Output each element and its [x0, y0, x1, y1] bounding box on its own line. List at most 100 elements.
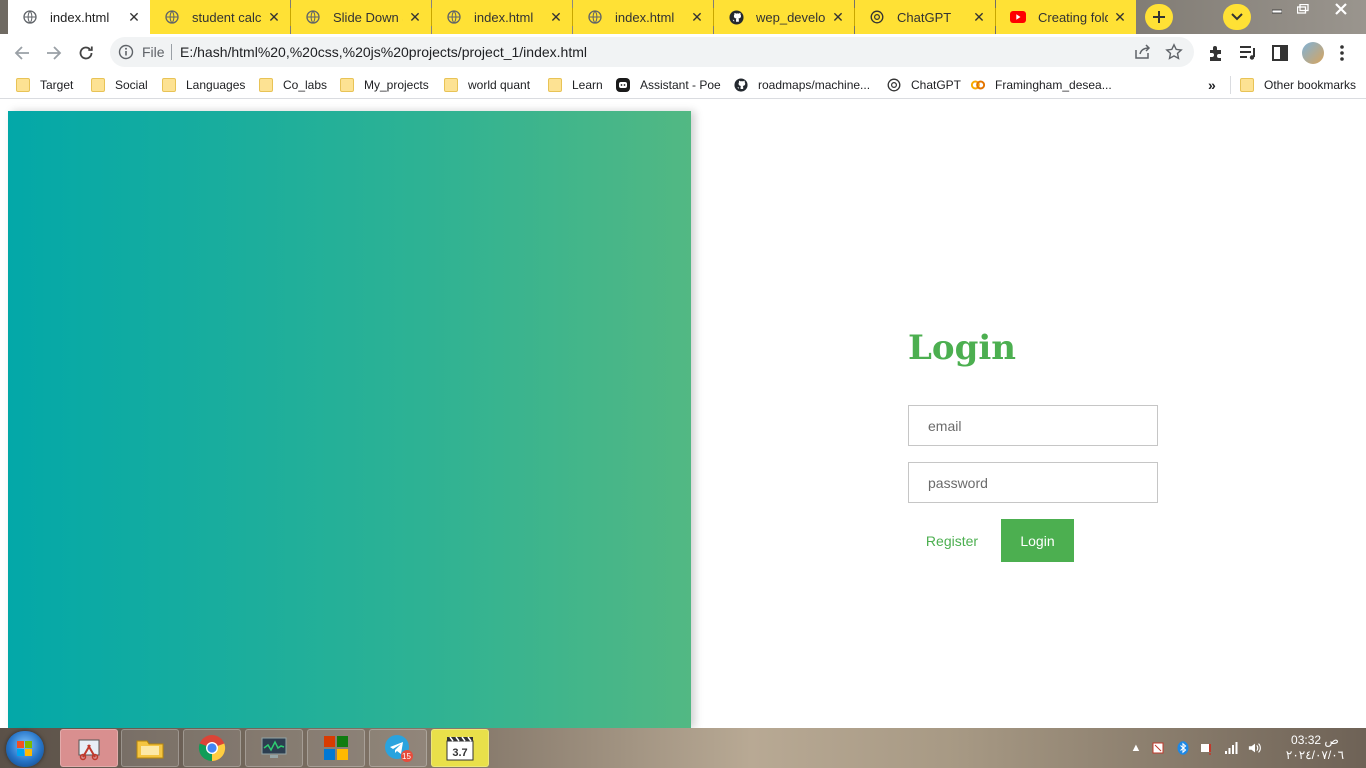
bookmark-roadmaps[interactable]: roadmaps/machine... [734, 76, 870, 94]
extensions-icon[interactable] [1206, 43, 1226, 63]
register-button[interactable]: Register [908, 519, 996, 562]
tab-search-button[interactable] [1223, 4, 1251, 30]
menu-kebab-icon[interactable] [1332, 43, 1352, 63]
clock-date: ٢٠٢٤/٠٧/٠٦ [1285, 748, 1345, 762]
password-field[interactable] [908, 462, 1158, 503]
forward-button[interactable] [41, 40, 67, 66]
tab-student-calc[interactable]: student calcul ✕ [150, 0, 290, 34]
tab-chatgpt[interactable]: ChatGPT ✕ [855, 0, 995, 34]
show-hidden-icons-arrow[interactable]: ▲ [1129, 741, 1143, 755]
other-bookmarks[interactable]: Other bookmarks [1240, 76, 1356, 94]
tab-github[interactable]: wep_developm ✕ [714, 0, 854, 34]
close-icon[interactable]: ✕ [689, 9, 705, 25]
bookmark-label: roadmaps/machine... [758, 78, 871, 92]
taskbar-snipping-tool[interactable] [60, 729, 118, 767]
close-icon[interactable]: ✕ [266, 9, 282, 25]
new-tab-button[interactable] [1145, 4, 1173, 30]
bookmark-my-projects[interactable]: My_projects [340, 76, 429, 94]
browser-toolbar: File E:/hash/html%20,%20css,%20js%20proj… [0, 34, 1366, 71]
telegram-badge: 15 [402, 752, 411, 761]
bookmark-label: Other bookmarks [1264, 78, 1357, 92]
bookmark-star-icon[interactable] [1165, 43, 1183, 61]
share-icon[interactable] [1134, 44, 1152, 60]
tab-index-html-active[interactable]: index.html ✕ [8, 0, 150, 34]
restore-button[interactable] [1288, 0, 1318, 18]
bookmark-languages[interactable]: Languages [162, 76, 245, 94]
bookmark-target[interactable]: Target [16, 76, 73, 94]
youtube-icon [1010, 9, 1026, 25]
page-left-margin [0, 100, 8, 728]
folder-icon [548, 78, 562, 92]
taskbar-clock[interactable]: 03:32 ص ٢٠٢٤/٠٧/٠٦ [1280, 733, 1350, 763]
tab-title: index.html [615, 9, 675, 25]
tab-title: wep_developm [756, 9, 826, 25]
bookmark-chatgpt[interactable]: ChatGPT [887, 76, 961, 94]
chatgpt-icon [887, 78, 901, 92]
arrow-left-icon [14, 46, 29, 60]
chevron-down-icon [1231, 13, 1243, 21]
back-button[interactable] [9, 40, 35, 66]
signal-icon[interactable] [1224, 741, 1238, 755]
url-text[interactable]: E:/hash/html%20,%20css,%20js%20projects/… [180, 44, 587, 60]
reload-button[interactable] [73, 40, 99, 66]
bookmark-label: My_projects [364, 78, 429, 92]
media-controls-icon[interactable] [1238, 43, 1258, 63]
close-icon[interactable]: ✕ [830, 9, 846, 25]
github-icon [734, 78, 748, 92]
close-icon[interactable]: ✕ [126, 9, 142, 25]
tab-slide-down[interactable]: Slide Down a ✕ [291, 0, 431, 34]
network-alert-icon[interactable] [1200, 741, 1214, 755]
globe-icon [587, 9, 603, 25]
volume-icon[interactable] [1248, 741, 1262, 755]
bookmark-label: Languages [186, 78, 246, 92]
side-panel-icon[interactable] [1270, 43, 1290, 63]
tray-app-icon[interactable] [1151, 741, 1165, 755]
tab-title: Slide Down a [333, 9, 403, 25]
close-icon[interactable]: ✕ [1112, 9, 1128, 25]
tab-index-html-3[interactable]: index.html ✕ [573, 0, 713, 34]
profile-avatar[interactable] [1302, 42, 1324, 64]
close-icon[interactable]: ✕ [971, 9, 987, 25]
bookmark-learn[interactable]: Learn [548, 76, 603, 94]
tab-youtube[interactable]: Creating folde ✕ [996, 0, 1136, 34]
bookmark-label: Target [40, 78, 74, 92]
bookmark-label: Social [115, 78, 148, 92]
taskbar-file-explorer[interactable] [121, 729, 179, 767]
bluetooth-icon[interactable] [1176, 741, 1190, 755]
taskbar-office[interactable] [307, 729, 365, 767]
bookmarks-bar: Target Social Languages Co_labs My_proje… [0, 71, 1366, 99]
bookmarks-overflow-button[interactable]: » [1208, 76, 1216, 94]
taskbar-task-manager[interactable] [245, 729, 303, 767]
close-icon[interactable]: ✕ [407, 9, 423, 25]
bookmark-poe[interactable]: Assistant - Poe [616, 76, 721, 94]
reload-icon [79, 46, 93, 60]
address-bar[interactable]: File E:/hash/html%20,%20css,%20js%20proj… [110, 37, 1194, 67]
bookmark-social[interactable]: Social [91, 76, 148, 94]
task-manager-icon [261, 737, 287, 758]
tab-index-html-2[interactable]: index.html ✕ [432, 0, 572, 34]
bookmark-label: Learn [572, 78, 603, 92]
office-icon [324, 736, 348, 760]
globe-icon [164, 9, 180, 25]
taskbar-telegram[interactable]: 15 [369, 729, 427, 767]
url-scheme-label: File [142, 44, 165, 60]
close-window-button[interactable] [1325, 0, 1357, 18]
taskbar-chrome[interactable] [183, 729, 241, 767]
svg-text:3.7: 3.7 [452, 747, 467, 759]
taskbar-media-player[interactable]: 3.7 [431, 729, 489, 767]
login-button[interactable]: Login [1001, 519, 1074, 562]
info-icon[interactable] [118, 44, 134, 60]
start-button[interactable] [6, 731, 44, 767]
clock-time: 03:32 ص [1291, 733, 1339, 747]
snipping-tool-icon [78, 739, 100, 761]
close-icon[interactable]: ✕ [548, 9, 564, 25]
tab-title: Creating folde [1038, 9, 1108, 25]
bookmark-label: Co_labs [283, 78, 328, 92]
windows-logo-icon [17, 741, 32, 756]
file-explorer-icon [136, 740, 164, 759]
bookmark-world-quant[interactable]: world quant [444, 76, 530, 94]
bookmark-framingham[interactable]: Framingham_desea... [971, 76, 1112, 94]
bookmark-colabs[interactable]: Co_labs [259, 76, 327, 94]
email-field[interactable] [908, 405, 1158, 446]
folder-icon [1240, 78, 1254, 92]
